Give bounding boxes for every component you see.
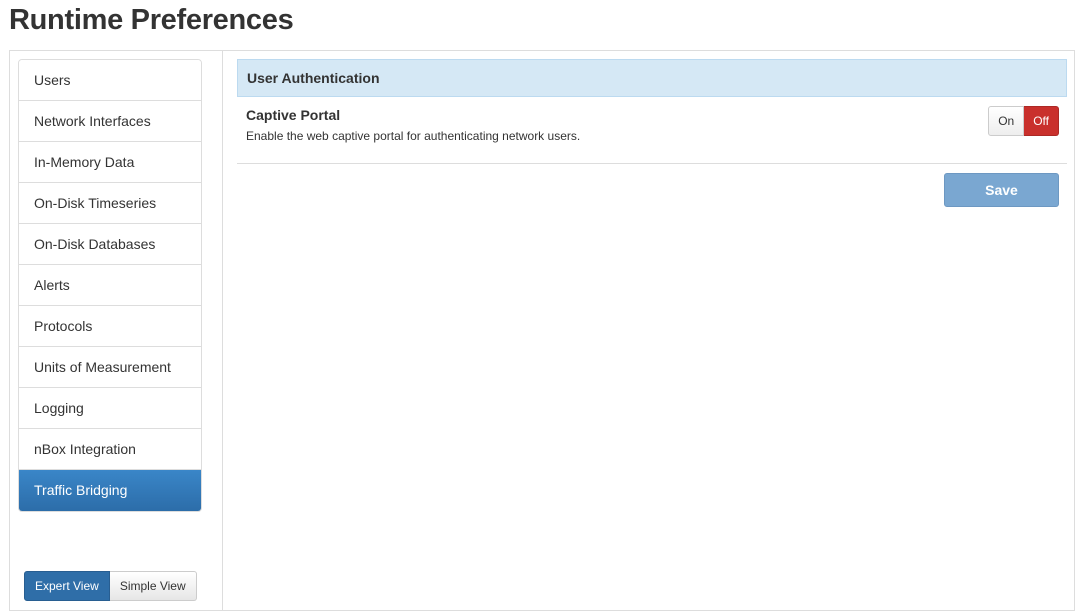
toggle-off-button[interactable]: Off: [1024, 106, 1059, 136]
sidebar-item-traffic-bridging[interactable]: Traffic Bridging: [19, 470, 201, 511]
view-toggle: Expert View Simple View: [24, 571, 197, 601]
sidebar-item-in-memory-data[interactable]: In-Memory Data: [19, 142, 201, 183]
settings-panel: User Authentication Captive Portal Enabl…: [237, 59, 1067, 207]
sidebar-item-logging[interactable]: Logging: [19, 388, 201, 429]
expert-view-button[interactable]: Expert View: [24, 571, 110, 601]
sidebar-nav: Users Network Interfaces In-Memory Data …: [18, 59, 202, 512]
setting-row-captive-portal: Captive Portal Enable the web captive po…: [237, 97, 1067, 164]
setting-title: Captive Portal: [246, 107, 341, 123]
sidebar: Users Network Interfaces In-Memory Data …: [10, 51, 223, 610]
sidebar-item-alerts[interactable]: Alerts: [19, 265, 201, 306]
sidebar-item-protocols[interactable]: Protocols: [19, 306, 201, 347]
sidebar-item-network-interfaces[interactable]: Network Interfaces: [19, 101, 201, 142]
save-button[interactable]: Save: [944, 173, 1059, 207]
simple-view-button[interactable]: Simple View: [109, 571, 197, 601]
page-title: Runtime Preferences: [9, 4, 294, 36]
sidebar-item-units-of-measurement[interactable]: Units of Measurement: [19, 347, 201, 388]
preferences-container: Users Network Interfaces In-Memory Data …: [9, 50, 1075, 611]
setting-description: Enable the web captive portal for authen…: [246, 129, 581, 143]
toggle-on-button[interactable]: On: [988, 106, 1025, 136]
sidebar-item-nbox-integration[interactable]: nBox Integration: [19, 429, 201, 470]
sidebar-item-on-disk-databases[interactable]: On-Disk Databases: [19, 224, 201, 265]
sidebar-item-users[interactable]: Users: [19, 60, 201, 101]
section-heading: User Authentication: [237, 59, 1067, 97]
captive-portal-toggle: On Off: [988, 106, 1059, 136]
sidebar-item-on-disk-timeseries[interactable]: On-Disk Timeseries: [19, 183, 201, 224]
